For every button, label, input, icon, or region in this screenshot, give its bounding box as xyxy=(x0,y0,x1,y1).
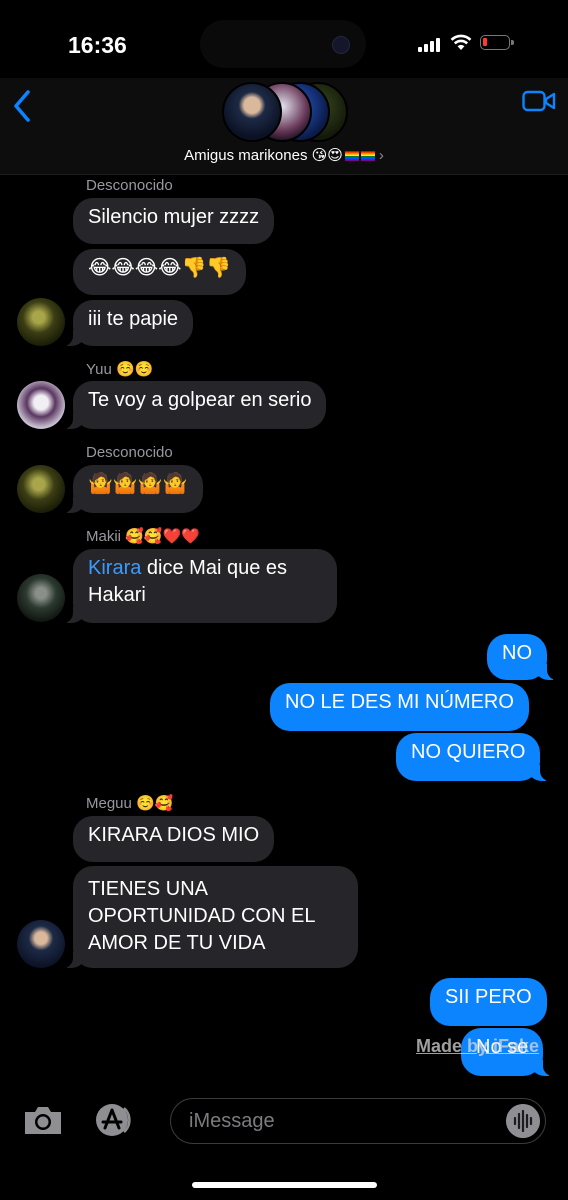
back-chevron-icon[interactable] xyxy=(8,86,38,126)
message-text: KIRARA DIOS MIO xyxy=(88,824,260,846)
message-bubble[interactable]: 😂😂😂😂👎👎 xyxy=(73,249,247,295)
rainbow-flag-icon xyxy=(360,151,375,162)
status-time: 16:36 xyxy=(68,32,127,58)
message-text: TIENES UNA OPORTUNIDAD CON EL AMOR DE TU V… xyxy=(88,878,316,954)
message-text: 😂😂😂😂👎👎 xyxy=(88,257,232,279)
group-avatars[interactable] xyxy=(222,82,348,142)
sender-name: Makii 🥰🥰❤️❤️ xyxy=(86,528,200,545)
signal-icon xyxy=(418,36,444,52)
message-bubble[interactable]: Kirara dice Mai que es Hakari xyxy=(63,549,337,623)
avatar[interactable] xyxy=(17,920,65,968)
message-text: 🤷🤷🤷🤷 xyxy=(88,473,188,495)
message-bubble[interactable]: TIENES UNA OPORTUNIDAD CON EL AMOR DE TU V… xyxy=(63,866,358,968)
avatar[interactable] xyxy=(17,298,65,346)
avatar[interactable] xyxy=(17,381,65,429)
wifi-icon xyxy=(450,34,472,50)
chevron-right-icon: › xyxy=(378,147,384,164)
message-bubble[interactable]: NO LE DES MI NÚMERO xyxy=(270,683,529,731)
rainbow-flag-icon xyxy=(344,151,359,162)
message-text: Kirara dice Mai que es Hakari xyxy=(88,557,287,606)
dynamic-island xyxy=(200,20,366,68)
video-call-icon[interactable] xyxy=(522,90,556,112)
mention-link[interactable]: Kirara xyxy=(88,557,141,579)
battery-icon xyxy=(480,35,514,50)
sender-name: Desconocido xyxy=(86,444,173,461)
message-input[interactable]: iMessage xyxy=(170,1098,546,1144)
message-text: NO xyxy=(502,642,532,664)
message-bubble[interactable]: KIRARA DIOS MIO xyxy=(73,816,275,862)
avatar[interactable] xyxy=(17,574,65,622)
group-name-text: Amigus marikones xyxy=(184,147,308,164)
message-text: NO QUIERO xyxy=(411,741,526,763)
sender-name: Yuu ☺️☺️ xyxy=(86,361,154,378)
app-store-icon[interactable] xyxy=(94,1102,142,1138)
message-text: NO LE DES MI NÚMERO xyxy=(285,691,514,713)
home-indicator[interactable] xyxy=(192,1182,377,1188)
message-text: SII PERO xyxy=(445,986,532,1008)
message-bubble[interactable]: NO xyxy=(487,634,557,680)
message-bubble[interactable]: Te voy a golpear en serio xyxy=(62,381,327,429)
audio-waveform-icon[interactable] xyxy=(506,1104,540,1138)
message-input-placeholder: iMessage xyxy=(189,1110,275,1132)
sender-name: Desconocido xyxy=(86,177,173,194)
sender-name: Meguu ☺️🥰 xyxy=(86,795,174,812)
group-name[interactable]: Amigus marikones 😘😍 › xyxy=(0,146,568,164)
message-bubble[interactable]: SII PERO xyxy=(430,978,547,1026)
avatar[interactable] xyxy=(17,465,65,513)
status-bar: 16:36 xyxy=(0,0,568,90)
watermark: Made by iFake xyxy=(416,1036,540,1056)
group-avatar-1 xyxy=(222,82,282,142)
message-list[interactable]: Desconocido Silencio mujer zzzz 😂😂😂😂👎👎 i… xyxy=(0,170,568,1090)
message-bubble[interactable]: Silencio mujer zzzz xyxy=(73,198,275,244)
message-text: Silencio mujer zzzz xyxy=(88,206,260,228)
message-text: iii te papie xyxy=(88,308,179,330)
message-text: Te voy a golpear en serio xyxy=(88,389,312,411)
group-name-emojis: 😘😍 xyxy=(311,147,343,164)
front-camera-icon xyxy=(332,36,350,54)
message-bubble[interactable]: 🤷🤷🤷🤷 xyxy=(63,465,203,513)
conversation-header: Amigus marikones 😘😍 › xyxy=(0,78,568,175)
message-bubble[interactable]: iii te papie xyxy=(62,300,194,346)
camera-icon[interactable] xyxy=(22,1103,64,1137)
message-bubble[interactable]: NO QUIERO xyxy=(396,733,551,781)
